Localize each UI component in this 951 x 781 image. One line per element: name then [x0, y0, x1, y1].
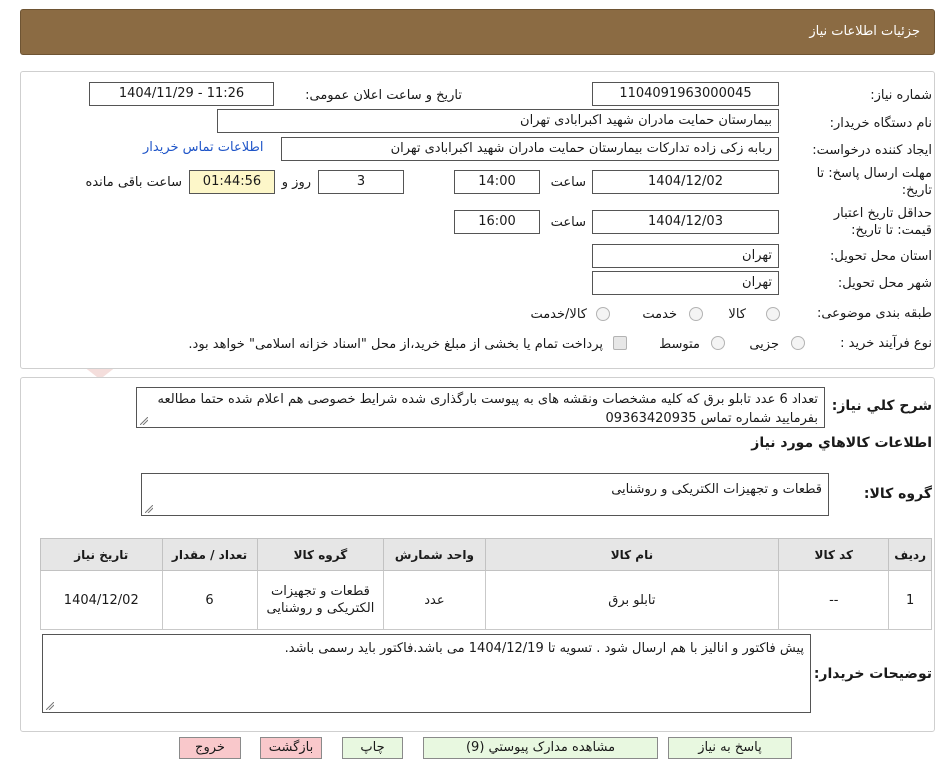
category-label: طبقه بندی موضوعی: [816, 306, 932, 321]
remaining-time-field: 01:44:56 [189, 170, 275, 194]
buyer-org-field: بیمارستان حمایت مادران شهید اکبرابادی ته… [217, 109, 779, 133]
announce-label: تاریخ و ساعت اعلان عمومی: [305, 88, 462, 103]
col-row-header: ردیف [888, 538, 932, 571]
view-attachments-button[interactable]: مشاهده مدارک پیوستي (9) [423, 737, 658, 759]
goods-group-text: قطعات و تجهیزات الکتریکی و روشنایی [611, 482, 822, 497]
days-label: روز و [281, 175, 311, 190]
price-validity-label: حداقل تاریخ اعتبار [833, 206, 932, 221]
title-bar: جزئیات اطلاعات نیاز [20, 9, 935, 55]
process-label: نوع فرآیند خرید : [840, 336, 932, 351]
requester-label: ایجاد کننده درخواست: [812, 143, 932, 158]
back-button[interactable]: بازگشت [260, 737, 322, 759]
reply-deadline-label: مهلت ارسال پاسخ: تا [816, 166, 932, 181]
process-medium-radio[interactable] [711, 336, 725, 350]
treasury-payment-note: پرداخت تمام یا بخشی از مبلغ خرید،از محل … [188, 337, 603, 352]
reply-days-field: 3 [318, 170, 404, 194]
col-unit-header: واحد شمارش [383, 538, 486, 571]
requester-field: ربابه زکی زاده تدارکات بیمارستان حمایت م… [281, 137, 779, 161]
summary-label: شرح کلي نياز: [831, 398, 932, 414]
remaining-label: ساعت باقی مانده [85, 175, 182, 190]
need-number-label: شماره نیاز: [870, 88, 932, 103]
buyer-notes-text: پیش فاکتور و انالیز با هم ارسال شود . تس… [284, 641, 804, 656]
treasury-payment-checkbox[interactable] [613, 336, 627, 350]
price-validity-time-field: 16:00 [454, 210, 540, 234]
goods-group-label: گروه کالا: [863, 486, 932, 502]
announce-field: 1404/11/29 - 11:26 [89, 82, 274, 106]
table-row: 1 -- تابلو برق عدد قطعات و تجهیزات الکتر… [40, 570, 932, 630]
cell-row: 1 [888, 570, 932, 630]
goods-group-textarea: قطعات و تجهیزات الکتریکی و روشنایی [141, 473, 829, 516]
category-goods-radio[interactable] [766, 307, 780, 321]
category-goods-label: کالا [728, 307, 746, 322]
price-validity-label-2: قیمت: تا تاریخ: [851, 223, 932, 238]
summary-text: تعداد 6 عدد تابلو برق که کلیه مشخصات ونق… [157, 392, 818, 426]
price-validity-time-label: ساعت [550, 215, 586, 230]
province-label: استان محل تحویل: [830, 249, 932, 264]
exit-button[interactable]: خروج [179, 737, 241, 759]
city-field: تهران [592, 271, 779, 295]
resize-grip-icon[interactable] [46, 702, 54, 710]
need-number-field: 1104091963000045 [592, 82, 779, 106]
cell-group: قطعات و تجهیزات الکتریکی و روشنایی [256, 570, 385, 630]
goods-table: ردیف کد کالا نام کالا واحد شمارش گروه کا… [40, 538, 932, 630]
cell-code: -- [778, 570, 890, 630]
reply-time-field: 14:00 [454, 170, 540, 194]
buyer-contact-link[interactable]: اطلاعات تماس خریدار [143, 140, 263, 155]
cell-name: تابلو برق [484, 570, 780, 630]
resize-grip-icon[interactable] [145, 505, 153, 513]
col-group-header: گروه کالا [256, 538, 385, 571]
reply-time-label: ساعت [550, 175, 586, 190]
resize-grip-icon[interactable] [140, 417, 148, 425]
print-button[interactable]: چاپ [342, 737, 403, 759]
table-header-row: ردیف کد کالا نام کالا واحد شمارش گروه کا… [40, 538, 932, 571]
reply-date-field: 1404/12/02 [592, 170, 779, 194]
price-validity-date-field: 1404/12/03 [592, 210, 779, 234]
col-name-header: نام کالا [484, 538, 780, 571]
buyer-notes-label: توضیحات خریدار: [813, 666, 932, 682]
province-field: تهران [592, 244, 779, 268]
category-goods-service-radio[interactable] [596, 307, 610, 321]
col-qty-header: تعداد / مقدار [161, 538, 258, 571]
col-code-header: کد کالا [778, 538, 890, 571]
category-service-radio[interactable] [689, 307, 703, 321]
page-title: جزئیات اطلاعات نیاز [809, 24, 920, 39]
reply-deadline-label-2: تاریخ: [901, 183, 932, 198]
goods-info-heading: اطلاعات کالاهاي مورد نياز [751, 435, 932, 451]
category-service-label: خدمت [642, 307, 677, 322]
buyer-org-label: نام دستگاه خریدار: [829, 116, 932, 131]
reply-button[interactable]: پاسخ به نیاز [668, 737, 792, 759]
city-label: شهر محل تحویل: [837, 276, 932, 291]
process-medium-label: متوسط [659, 337, 700, 352]
process-minor-radio[interactable] [791, 336, 805, 350]
cell-qty: 6 [161, 570, 258, 630]
category-goods-service-label: کالا/خدمت [530, 307, 587, 322]
buyer-notes-textarea: پیش فاکتور و انالیز با هم ارسال شود . تس… [42, 634, 811, 713]
cell-unit: عدد [383, 570, 486, 630]
summary-textarea: تعداد 6 عدد تابلو برق که کلیه مشخصات ونق… [136, 387, 825, 428]
col-date-header: تاریخ نیاز [40, 538, 163, 571]
process-minor-label: جزیی [749, 337, 779, 352]
cell-date: 1404/12/02 [40, 570, 163, 630]
